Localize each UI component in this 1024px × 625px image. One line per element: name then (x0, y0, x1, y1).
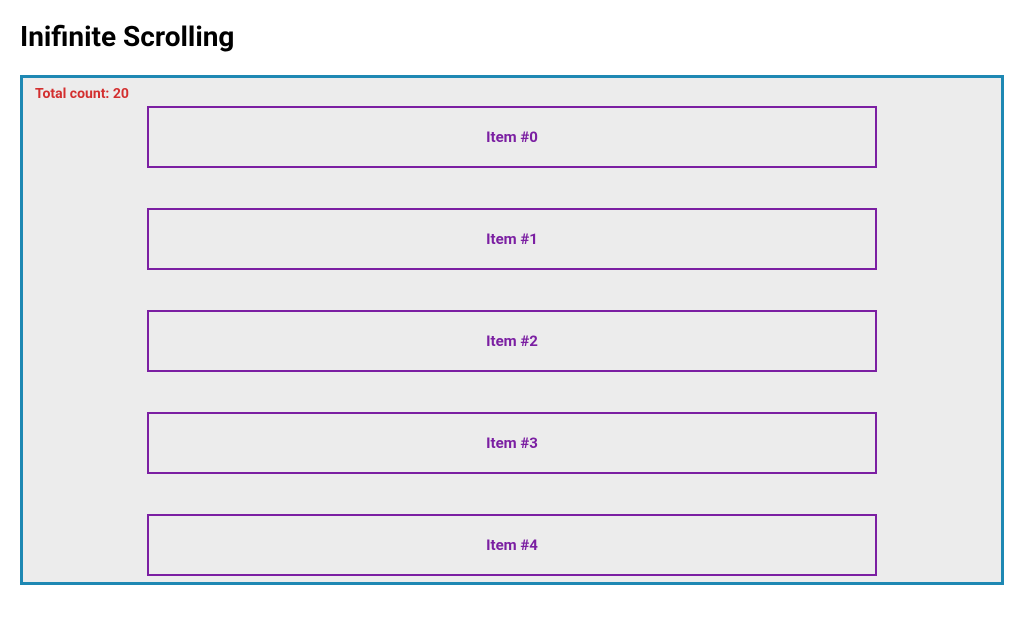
list-item: Item #0 (147, 106, 877, 168)
total-count-label: Total count: 20 (35, 86, 989, 102)
page-title: Inifinite Scrolling (20, 20, 1004, 53)
list-item: Item #2 (147, 310, 877, 372)
list-item: Item #3 (147, 412, 877, 474)
scroll-container[interactable]: Total count: 20 Item #0 Item #1 Item #2 Ite… (20, 75, 1004, 585)
list-item: Item #4 (147, 514, 877, 576)
list-item: Item #1 (147, 208, 877, 270)
items-wrapper: Item #0Item #1Item #2Item #3Item #4Item … (35, 106, 989, 585)
